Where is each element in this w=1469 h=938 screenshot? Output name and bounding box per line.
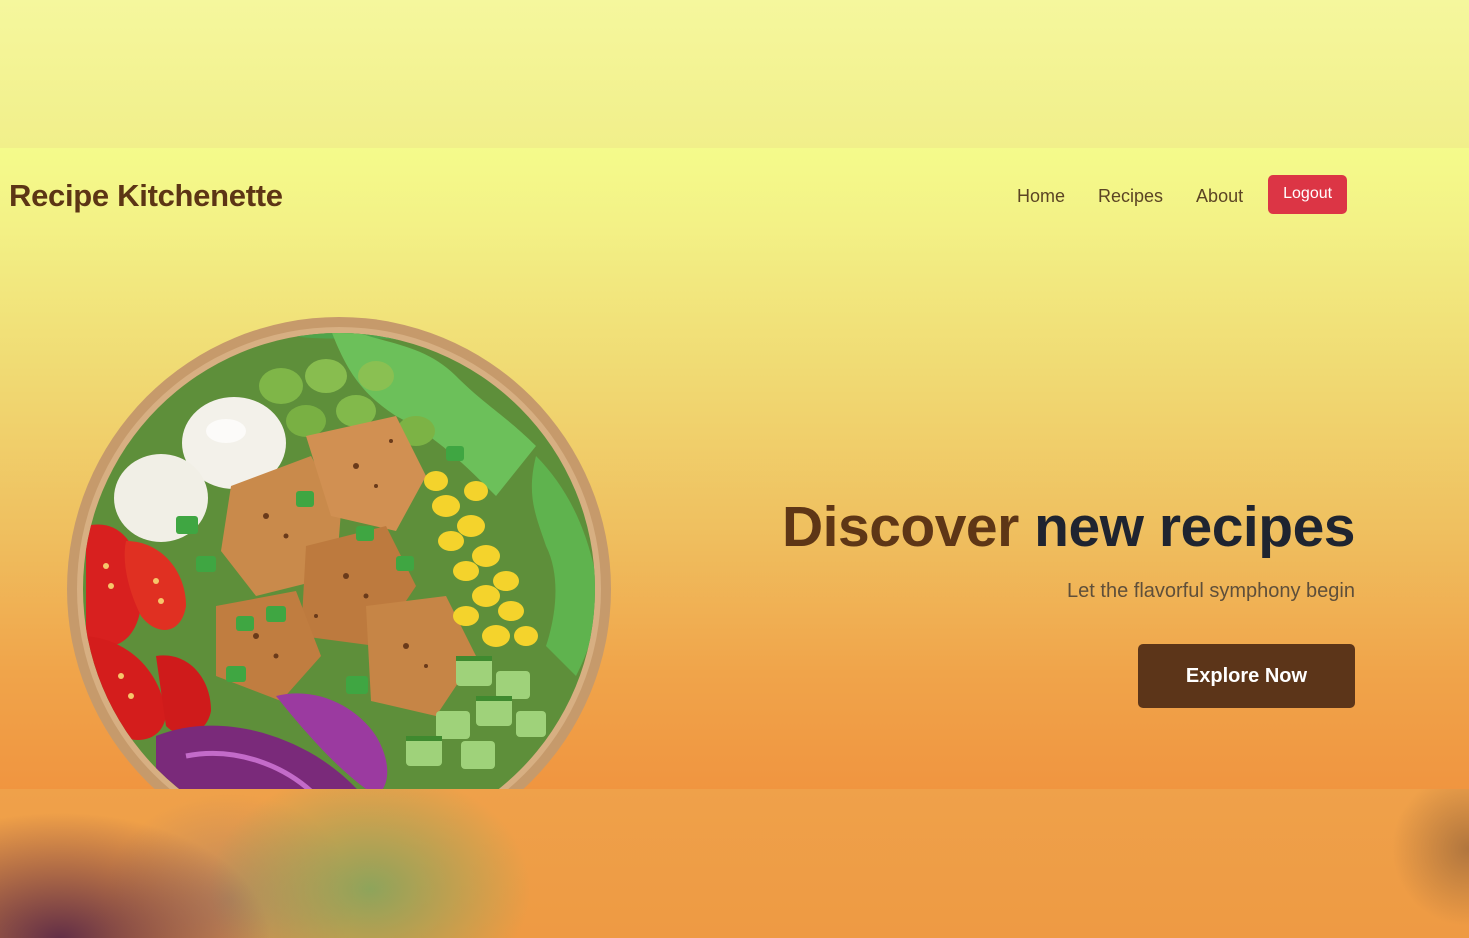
logout-button[interactable]: Logout xyxy=(1268,174,1348,214)
nav-about[interactable]: About xyxy=(1196,182,1243,207)
bottom-banner-blur xyxy=(0,789,1469,938)
brand-logo[interactable]: Recipe Kitchenette xyxy=(9,177,283,215)
nav-home[interactable]: Home xyxy=(1017,182,1065,207)
hero-title: Discover new recipes xyxy=(782,492,1355,562)
explore-now-button[interactable]: Explore Now xyxy=(1138,644,1355,708)
nav-recipes[interactable]: Recipes xyxy=(1098,182,1163,207)
salad-bowl-image xyxy=(66,316,612,862)
main-nav: Home Recipes About Logout xyxy=(1000,174,1348,214)
top-banner xyxy=(0,0,1469,148)
bottom-banner xyxy=(0,789,1469,938)
hero-subtitle: Let the flavorful symphony begin xyxy=(1067,580,1355,602)
hero-title-accent: Discover xyxy=(782,495,1019,559)
hero-title-rest: new recipes xyxy=(1034,495,1355,559)
